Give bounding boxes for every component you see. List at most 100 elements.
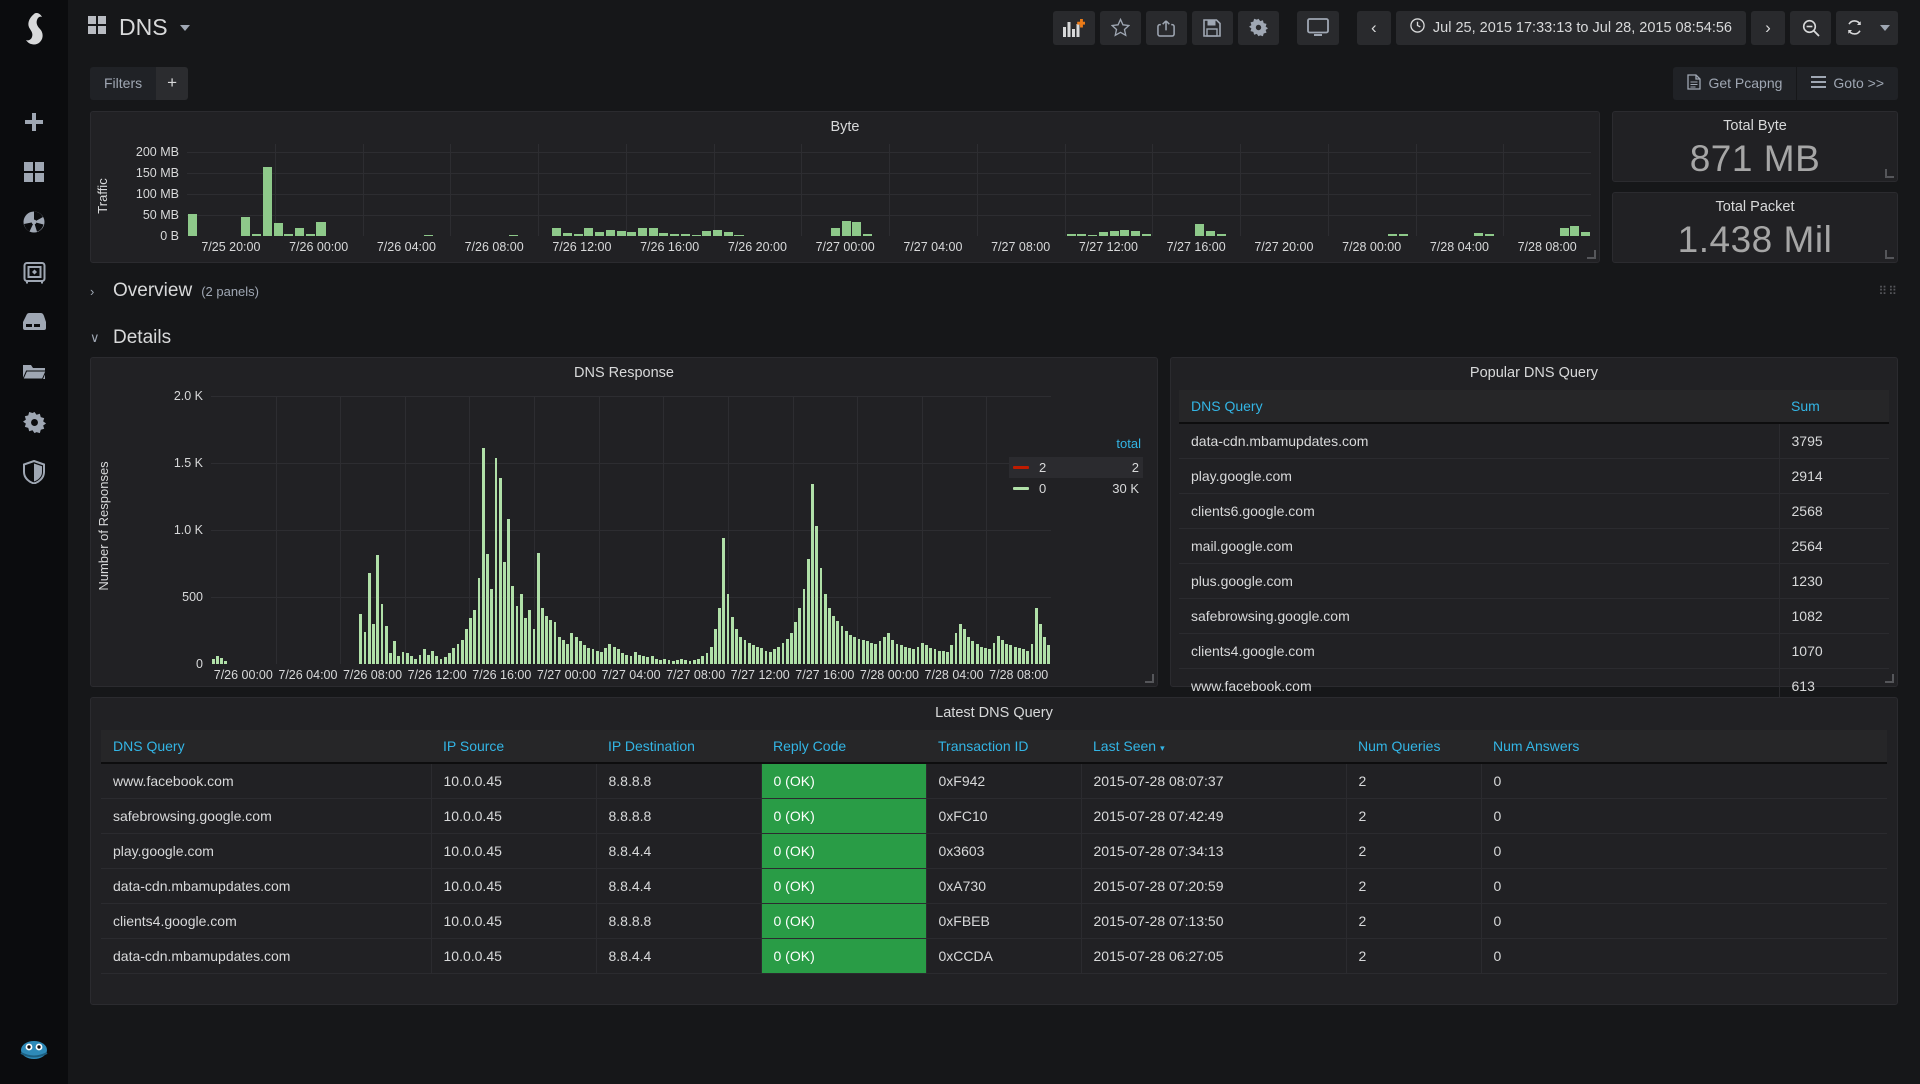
tv-mode-button[interactable]	[1297, 11, 1339, 45]
gridline	[626, 144, 627, 236]
bar	[925, 645, 928, 664]
bar	[955, 633, 958, 664]
bar	[575, 637, 578, 664]
panel-resize-handle[interactable]	[1885, 169, 1894, 178]
time-next-button[interactable]: ›	[1751, 11, 1785, 45]
bar	[963, 629, 966, 664]
y-axis-tick: 1.0 K	[174, 523, 203, 537]
chevron-down-icon[interactable]	[180, 25, 190, 31]
x-axis-tick: 7/26 20:00	[728, 240, 787, 254]
bar	[1206, 231, 1215, 236]
column-header-transaction-id[interactable]: Transaction ID	[926, 730, 1081, 763]
gridline	[1065, 144, 1066, 236]
grafana-logo[interactable]	[18, 12, 50, 55]
cell-reply-code: 0 (OK)	[761, 799, 926, 834]
cell-sum: 2564	[1779, 529, 1889, 564]
cell-last-seen: 2015-07-28 07:13:50	[1081, 904, 1346, 939]
bar	[574, 234, 583, 237]
bar	[1035, 608, 1038, 664]
table-row: play.google.com2914	[1179, 459, 1889, 494]
x-axis-tick: 7/28 08:00	[989, 668, 1048, 682]
gridline	[1416, 144, 1417, 236]
time-prev-button[interactable]: ‹	[1357, 11, 1391, 45]
bar	[790, 633, 793, 664]
panel-resize-handle[interactable]	[1885, 674, 1894, 683]
sidebar-item-user[interactable]	[0, 1036, 68, 1062]
bar	[427, 655, 430, 664]
dns-response-graph[interactable]: Number of Responses 05001.0 K1.5 K2.0 K …	[91, 384, 1157, 684]
x-axis-tick: 7/28 04:00	[925, 668, 984, 682]
section-row-details[interactable]: ∨ Details	[90, 319, 1898, 357]
cell-dns-query: clients6.google.com	[1179, 494, 1779, 529]
panel-popular-dns-query: Popular DNS Query DNS Query Sum data-cdn…	[1170, 357, 1898, 687]
column-header-dns-query[interactable]: DNS Query	[101, 730, 431, 763]
bar	[689, 661, 692, 664]
bar	[469, 618, 472, 664]
bar	[389, 653, 392, 664]
bar	[642, 656, 645, 664]
column-header-ip-destination[interactable]: IP Destination	[596, 730, 761, 763]
column-header-num-queries[interactable]: Num Queries	[1346, 730, 1481, 763]
sidebar-item-settings[interactable]	[0, 397, 68, 447]
bar	[552, 228, 561, 236]
bar	[946, 652, 949, 664]
zoom-out-button[interactable]	[1790, 11, 1831, 45]
sidebar-item-shield[interactable]	[0, 447, 68, 497]
gridline	[977, 144, 978, 236]
gridline	[714, 144, 715, 236]
column-header-ip-source[interactable]: IP Source	[431, 730, 596, 763]
cell-dns-query: data-cdn.mbamupdates.com	[101, 939, 431, 974]
bar	[613, 647, 616, 664]
legend-row[interactable]: 2 2	[1009, 457, 1143, 478]
sidebar-item-aperture[interactable]	[0, 197, 68, 247]
cell-num-answers: 0	[1481, 763, 1887, 799]
bar	[490, 589, 493, 664]
byte-graph[interactable]: Traffic 0 B50 MB100 MB150 MB200 MB 7/25 …	[91, 138, 1599, 262]
cell-transaction-id: 0xA730	[926, 869, 1081, 904]
x-axis-tick: 7/27 16:00	[795, 668, 854, 682]
star-button[interactable]	[1100, 11, 1141, 45]
refresh-interval-dropdown[interactable]	[1872, 11, 1898, 45]
row-drag-handle[interactable]: ⠿⠿	[1878, 288, 1898, 295]
column-header-num-answers[interactable]: Num Answers	[1481, 730, 1887, 763]
sidebar-item-add[interactable]	[0, 97, 68, 147]
bar	[649, 228, 658, 236]
sidebar-item-dashboards[interactable]	[0, 147, 68, 197]
bar	[997, 636, 1000, 664]
column-header-dns-query[interactable]: DNS Query	[1179, 390, 1779, 423]
bar	[663, 659, 666, 664]
gridline	[663, 396, 664, 664]
save-button[interactable]	[1192, 11, 1233, 45]
section-title-overview: Overview	[113, 280, 192, 302]
y-axis-tick: 0 B	[160, 229, 179, 243]
panel-resize-handle[interactable]	[1145, 674, 1154, 683]
column-header-sum[interactable]: Sum	[1779, 390, 1889, 423]
refresh-button[interactable]	[1836, 11, 1872, 45]
cell-sum: 2914	[1779, 459, 1889, 494]
sidebar-item-server[interactable]	[0, 297, 68, 347]
goto-button[interactable]: Goto >>	[1796, 67, 1898, 100]
time-range-picker[interactable]: Jul 25, 2015 17:33:13 to Jul 28, 2015 08…	[1396, 11, 1746, 45]
bar	[1014, 647, 1017, 664]
response-y-axis-label: Number of Responses	[96, 461, 111, 590]
goto-label: Goto >>	[1833, 75, 1884, 91]
sidebar-item-vault[interactable]	[0, 247, 68, 297]
legend-row[interactable]: 0 30 K	[1009, 478, 1143, 499]
gridline	[340, 396, 341, 664]
sidebar-item-folder[interactable]	[0, 347, 68, 397]
dashboard-title-picker[interactable]: DNS	[88, 14, 190, 41]
settings-button[interactable]	[1238, 11, 1279, 45]
add-panel-button[interactable]	[1053, 11, 1095, 45]
panel-resize-handle[interactable]	[1587, 250, 1596, 259]
bar	[967, 637, 970, 664]
panel-resize-handle[interactable]	[1885, 250, 1894, 259]
column-header-last-seen[interactable]: Last Seen▾	[1081, 730, 1346, 763]
get-pcapng-button[interactable]: Get Pcapng	[1673, 67, 1796, 100]
section-row-overview[interactable]: › Overview (2 panels) ⠿⠿	[90, 272, 1898, 310]
x-axis-tick: 7/28 00:00	[1342, 240, 1401, 254]
add-filter-button[interactable]: +	[156, 67, 188, 100]
column-header-reply-code[interactable]: Reply Code	[761, 730, 926, 763]
bar	[419, 655, 422, 664]
bar	[570, 633, 573, 664]
share-button[interactable]	[1146, 11, 1187, 45]
